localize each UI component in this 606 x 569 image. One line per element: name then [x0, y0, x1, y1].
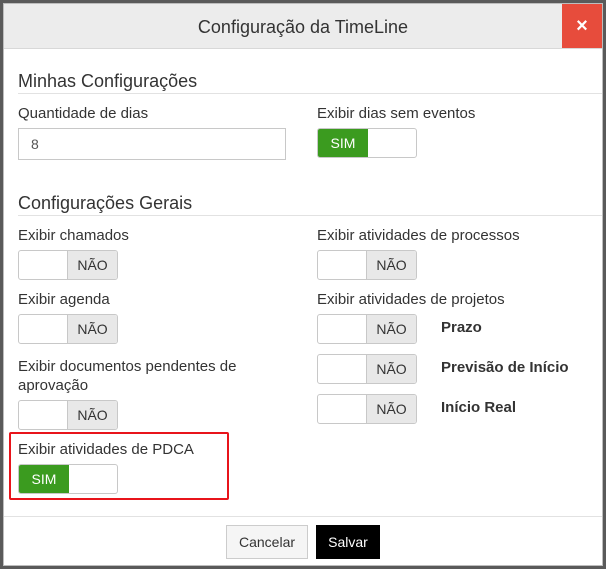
- close-icon: ×: [576, 14, 588, 37]
- days-input[interactable]: [18, 128, 286, 160]
- project-actual-start-label: Início Real: [441, 399, 517, 416]
- days-label: Quantidade de dias: [18, 105, 149, 122]
- timeline-settings-dialog: Configuração da TimeLine × Minhas Config…: [3, 3, 603, 566]
- show-projects-label: Exibir atividades de projetos: [317, 291, 505, 308]
- show-pdca-toggle[interactable]: SIM: [18, 464, 118, 494]
- toggle-off-label: NÃO: [366, 315, 416, 343]
- show-agenda-label: Exibir agenda: [18, 291, 110, 308]
- toggle-off-label: NÃO: [67, 401, 117, 429]
- close-button[interactable]: ×: [562, 4, 602, 48]
- toggle-on-label: SIM: [318, 129, 368, 157]
- show-empty-days-label: Exibir dias sem eventos: [317, 105, 476, 122]
- section-title-my-settings: Minhas Configurações: [18, 71, 198, 91]
- show-process-label: Exibir atividades de processos: [317, 227, 520, 244]
- toggle-off-label: NÃO: [366, 251, 416, 279]
- section-divider: [18, 215, 602, 216]
- toggle-off-label: NÃO: [67, 315, 117, 343]
- dialog-footer: Cancelar Salvar: [4, 516, 602, 565]
- show-agenda-toggle[interactable]: NÃO: [18, 314, 118, 344]
- toggle-off-label: NÃO: [366, 355, 416, 383]
- project-deadline-label: Prazo: [441, 319, 482, 336]
- toggle-on-label: SIM: [19, 465, 69, 493]
- project-deadline-toggle[interactable]: NÃO: [317, 314, 417, 344]
- project-expected-start-toggle[interactable]: NÃO: [317, 354, 417, 384]
- show-pending-docs-label: Exibir documentos pendentes de aprovação: [18, 358, 237, 394]
- toggle-off-label: NÃO: [366, 395, 416, 423]
- dialog-header: Configuração da TimeLine ×: [4, 4, 602, 49]
- show-calls-label: Exibir chamados: [18, 227, 129, 244]
- toggle-off-label: NÃO: [67, 251, 117, 279]
- section-divider: [18, 93, 602, 94]
- cancel-button[interactable]: Cancelar: [226, 525, 308, 559]
- save-button[interactable]: Salvar: [316, 525, 380, 559]
- show-calls-toggle[interactable]: NÃO: [18, 250, 118, 280]
- show-pending-docs-toggle[interactable]: NÃO: [18, 400, 118, 430]
- section-title-general-settings: Configurações Gerais: [18, 193, 193, 213]
- project-expected-start-label: Previsão de Início: [441, 359, 569, 376]
- dialog-title: Configuração da TimeLine: [197, 17, 409, 37]
- show-empty-days-toggle[interactable]: SIM: [317, 128, 417, 158]
- show-pdca-label: Exibir atividades de PDCA: [18, 441, 194, 458]
- show-process-toggle[interactable]: NÃO: [317, 250, 417, 280]
- project-actual-start-toggle[interactable]: NÃO: [317, 394, 417, 424]
